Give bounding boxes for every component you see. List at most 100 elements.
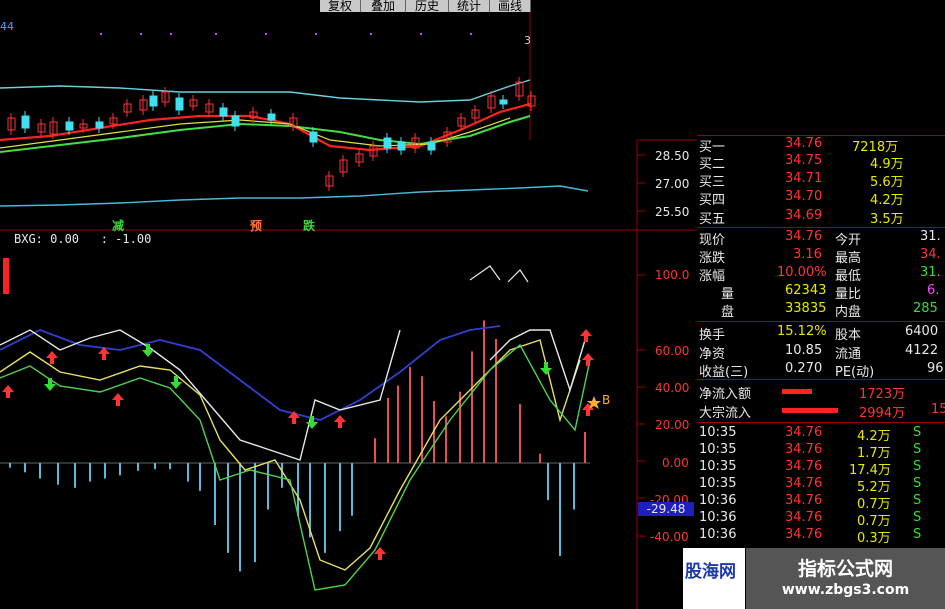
watermark-right: 指标公式网 www.zbgs3.com xyxy=(746,548,945,609)
tick-row: 10:35 34.76 17.4万 S xyxy=(697,459,945,478)
tick-price: 34.76 xyxy=(785,442,823,457)
lower-band-line xyxy=(0,185,589,207)
axis-tick-label: 40.00 xyxy=(655,381,690,395)
toolbar-button-draw-line[interactable]: 画线 xyxy=(490,0,531,12)
top-marker-dot xyxy=(370,33,372,35)
candlestick xyxy=(267,113,276,121)
bid-volume: 4.2万 xyxy=(870,193,904,208)
bid-row[interactable]: 买五 34.69 3.5万 xyxy=(697,208,945,227)
stat-row: 涨跌 3.16 最高 34. xyxy=(697,247,945,266)
sell-arrow-icon xyxy=(44,378,56,391)
candlestick xyxy=(397,141,406,151)
top-marker-dot xyxy=(265,33,267,35)
tick-price: 34.76 xyxy=(785,510,823,525)
tick-time: 10:35 xyxy=(699,425,737,440)
tick-row: 10:35 34.76 5.2万 S xyxy=(697,476,945,495)
bid-label: 买五 xyxy=(699,212,726,227)
fundamental-value: 10.85 xyxy=(785,343,823,358)
bid-price: 34.76 xyxy=(785,136,823,151)
osc-line-blue xyxy=(0,325,501,421)
stat-row: 量 62343 量比 6. xyxy=(697,283,945,302)
top-marker-dot xyxy=(100,33,102,35)
fundamental-value: 96 xyxy=(927,361,944,376)
bid-label: 买三 xyxy=(699,175,726,190)
tick-row: 10:35 34.76 1.7万 S xyxy=(697,442,945,461)
axis-tick-label: 20.00 xyxy=(655,418,690,432)
tick-side: S xyxy=(913,476,922,491)
tick-time: 10:36 xyxy=(699,510,737,525)
watermark-left: 股海网 xyxy=(683,548,745,609)
top-left-readout: 44 xyxy=(0,20,14,33)
tick-price: 34.76 xyxy=(785,476,823,491)
bid-price: 34.70 xyxy=(785,189,823,204)
stat-value: 6. xyxy=(927,283,940,298)
candlestick xyxy=(95,121,104,129)
fundamental-row: 净资 10.85 流通 4122 xyxy=(697,343,945,362)
upper-band-line xyxy=(0,79,531,103)
tick-volume: 0.3万 xyxy=(857,531,891,546)
indicator-title: BXG: 0.00 : -1.00 xyxy=(14,232,151,246)
flow-value: 1723万 xyxy=(859,387,906,402)
candlestick xyxy=(309,131,318,143)
tick-price: 34.76 xyxy=(785,493,823,508)
toolbar-button-statistics[interactable]: 统计 xyxy=(449,0,490,12)
stat-label: 最低 xyxy=(835,269,862,284)
tick-side: S xyxy=(913,459,922,474)
divider xyxy=(697,227,945,228)
stat-label: 量 xyxy=(721,287,735,302)
fundamental-value: 15.12% xyxy=(777,324,827,339)
axis-tick-label: 100.0 xyxy=(655,268,690,282)
fundamental-label: 股本 xyxy=(835,328,862,343)
fundamental-value: 0.270 xyxy=(785,361,823,376)
top-marker-dot xyxy=(170,33,172,35)
toolbar-button-history[interactable]: 历史 xyxy=(406,0,449,12)
signal-label-fall: 跌 xyxy=(303,219,316,233)
buy-arrow-icon xyxy=(112,393,124,406)
stat-value: 62343 xyxy=(785,283,827,298)
tick-time: 10:36 xyxy=(699,493,737,508)
signal-label-warn: 预 xyxy=(250,219,263,233)
quote-panel: 买一 34.76 7218万 买二 34.75 4.9万 买三 34.71 5.6万 买四 3… xyxy=(697,133,945,609)
axis-tick-label: 27.00 xyxy=(655,177,690,191)
axis-tick-label: 28.50 xyxy=(655,149,690,163)
stat-value: 34.76 xyxy=(785,229,823,244)
sell-arrow-icon xyxy=(540,362,552,375)
flow-extra: 15 xyxy=(931,402,945,417)
bid-volume: 3.5万 xyxy=(870,212,904,227)
bid-volume: 5.6万 xyxy=(870,175,904,190)
triangle-mark xyxy=(469,265,501,281)
stat-label: 涨幅 xyxy=(699,269,726,284)
bid-row[interactable]: 买三 34.71 5.6万 xyxy=(697,171,945,190)
candlestick xyxy=(149,95,158,107)
tick-time: 10:35 xyxy=(699,459,737,474)
toolbar-button-restore-rights[interactable]: 复权 xyxy=(320,0,361,12)
candlestick xyxy=(219,107,228,117)
tick-time: 10:35 xyxy=(699,476,737,491)
tick-price: 34.76 xyxy=(785,425,823,440)
stat-value: 3.16 xyxy=(793,247,822,262)
candlestick xyxy=(499,99,508,105)
top-marker-dot xyxy=(420,33,422,35)
tick-row: 10:36 34.76 0.3万 S xyxy=(697,527,945,546)
toolbar-button-overlay[interactable]: 叠加 xyxy=(361,0,406,12)
divider xyxy=(697,422,945,423)
alert-bar xyxy=(3,258,9,294)
flow-label: 净流入额 xyxy=(699,387,752,402)
bid-row[interactable]: 买一 34.76 7218万 xyxy=(697,136,945,155)
tick-row: 10:36 34.76 0.7万 S xyxy=(697,510,945,529)
fundamental-row: 收益(三) 0.270 PE(动) 96 xyxy=(697,361,945,380)
candlestick xyxy=(427,141,436,151)
osc-line-green xyxy=(0,343,591,591)
divider xyxy=(697,321,945,322)
divider xyxy=(697,379,945,380)
candlestick xyxy=(231,115,240,127)
buy-arrow-icon xyxy=(46,351,58,364)
bid-row[interactable]: 买二 34.75 4.9万 xyxy=(697,153,945,172)
fundamental-label: PE(动) xyxy=(835,365,875,380)
candlestick xyxy=(21,115,30,129)
bid-row[interactable]: 买四 34.70 4.2万 xyxy=(697,189,945,208)
top-right-readout: 3 xyxy=(524,34,531,47)
candlestick xyxy=(383,137,392,149)
net-inflow-bar xyxy=(782,389,812,394)
watermark-left-text: 股海网 xyxy=(685,562,736,582)
